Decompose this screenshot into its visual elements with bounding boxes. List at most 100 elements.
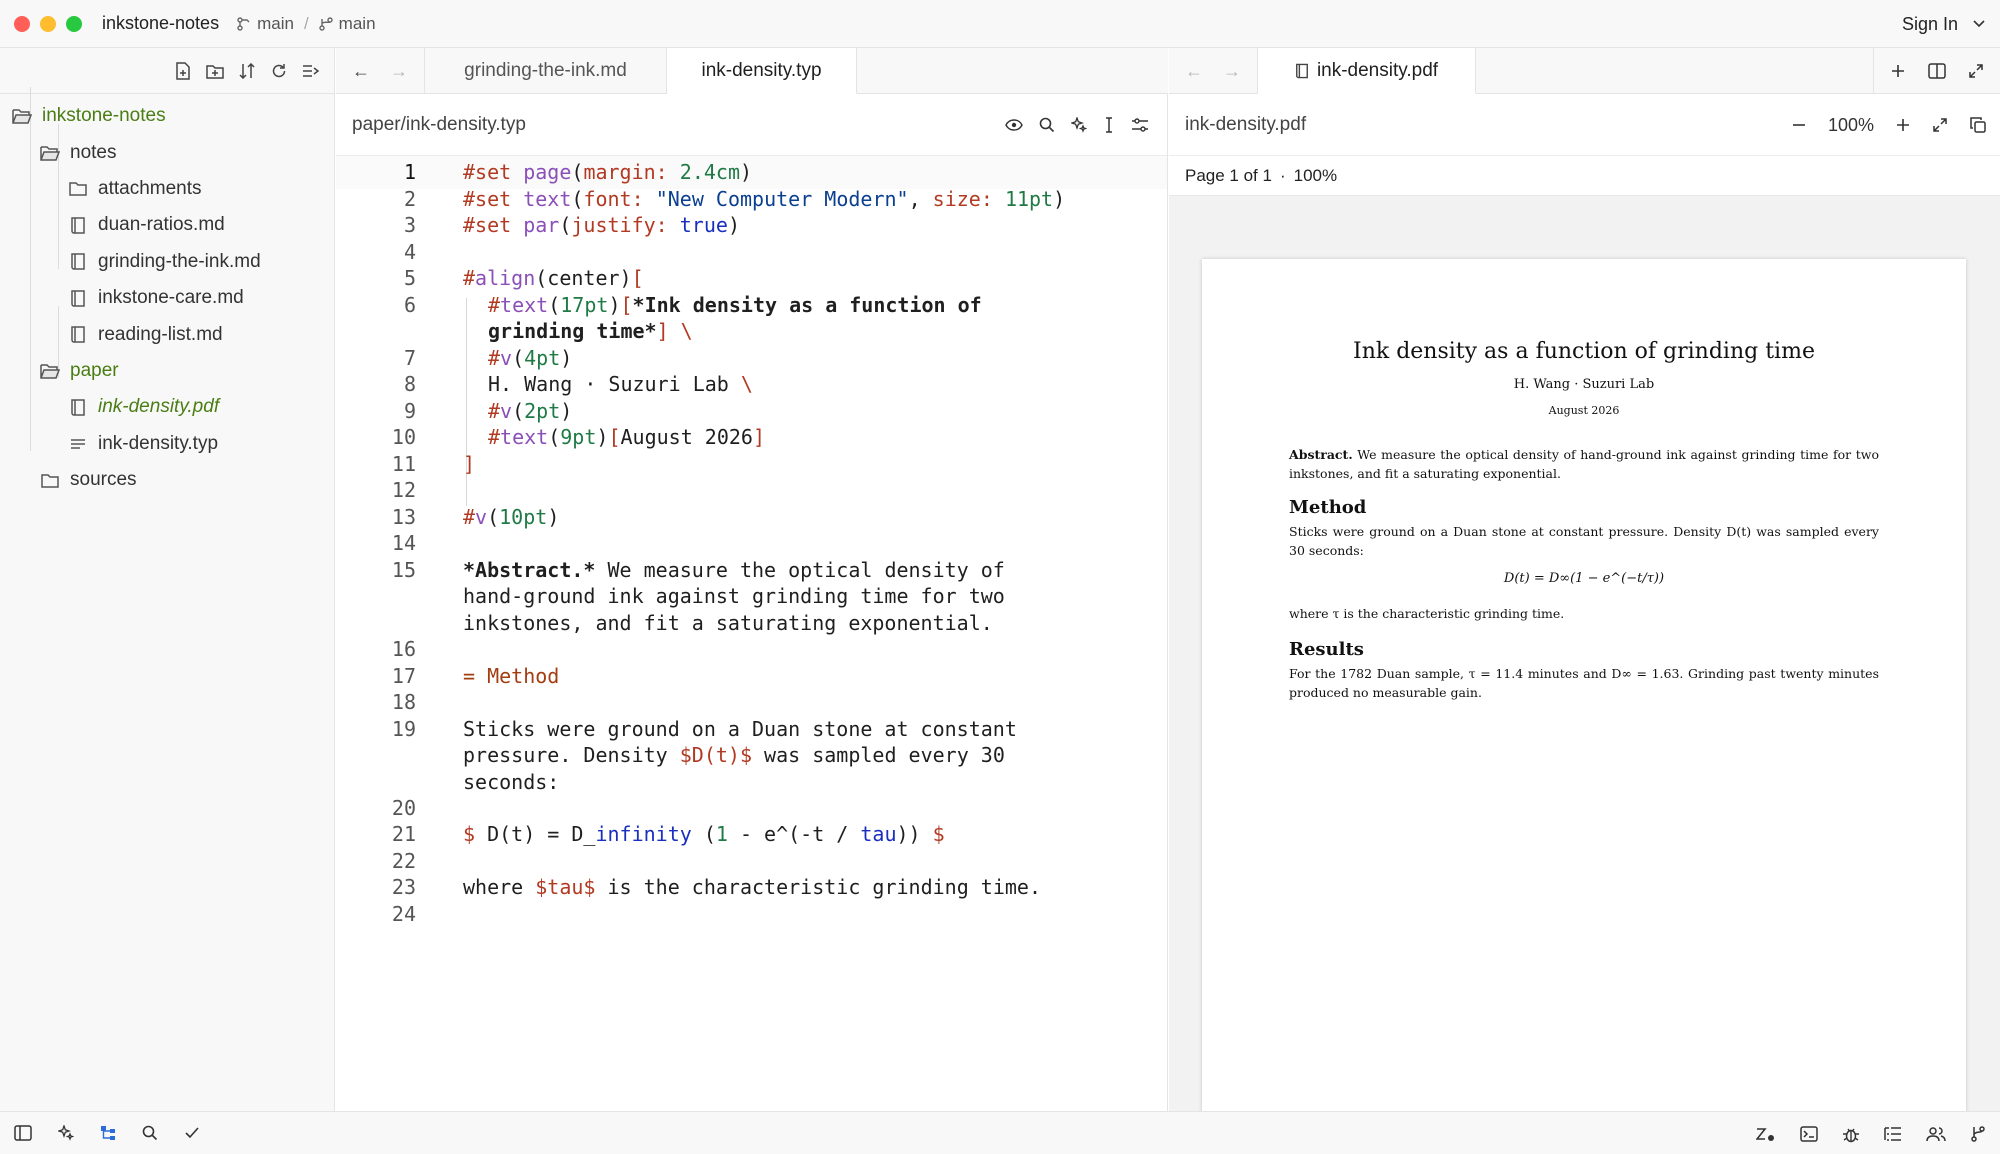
collapse-all-icon[interactable] [302,62,320,80]
file-tree-icon[interactable] [100,1125,116,1141]
book-icon [68,326,88,344]
code-line-23: where $tau$ is the characteristic grindi… [463,875,1041,899]
code-line-2: #set text(font: "New Computer Modern", s… [463,187,1066,211]
zoom-level[interactable]: 100% [1828,115,1874,136]
tab-ink-density-pdf[interactable]: ink-density.pdf [1258,48,1476,94]
code-line-11: ] [463,452,476,476]
split-pane-icon[interactable] [1928,63,1946,79]
folder-open-icon [12,107,32,125]
zoom-out-icon[interactable] [1792,118,1806,132]
toggle-sidebar-icon[interactable] [14,1125,32,1141]
outline-icon[interactable] [1884,1126,1902,1142]
page-count: Page 1 of 1 [1185,165,1272,185]
tree-file-duan-ratios[interactable]: duan-ratios.md [0,207,334,243]
abstract-label: Abstract. [1289,447,1353,462]
code-line-15-wrap2: inkstones, and fit a saturating exponent… [463,611,993,635]
tree-folder-sources[interactable]: sources [0,462,334,498]
line-number: 23 [391,875,416,899]
code-line-3: #set par(justify: true) [463,213,740,237]
page-info-separator: · [1279,165,1286,185]
method-heading: Method [1289,497,1367,518]
sort-icon[interactable] [238,62,256,80]
new-folder-icon[interactable] [206,62,224,80]
branch-selector[interactable]: main / main [237,13,376,34]
chevron-down-icon[interactable] [1972,19,1986,29]
code-line-13: #v(10pt) [463,505,560,529]
sparkle-icon[interactable] [58,1125,74,1141]
new-file-icon[interactable] [174,61,192,80]
code-line-9: #v(2pt) [488,399,573,423]
tree-file-inkstone-care[interactable]: inkstone-care.md [0,280,334,316]
sliders-icon[interactable] [1131,118,1149,132]
line-number: 14 [391,531,416,555]
tree-file-ink-density-typ[interactable]: ink-density.typ [0,426,334,462]
book-icon [68,253,88,271]
close-window-button[interactable] [14,15,30,32]
search-icon[interactable] [1039,117,1055,133]
terminal-icon[interactable] [1800,1125,1818,1142]
line-number: 12 [391,478,416,502]
zoom-in-icon[interactable] [1896,118,1910,132]
code-line-19-wrap1: pressure. Density $D(t)$ was sampled eve… [463,743,1005,767]
file-path: paper/ink-density.typ [352,113,526,135]
book-icon [1295,63,1309,79]
back-arrow-icon[interactable]: ← [352,61,370,82]
search-icon[interactable] [142,1125,158,1141]
bug-icon[interactable] [1842,1125,1860,1143]
tab-ink-density-typ[interactable]: ink-density.typ [667,48,857,94]
sparkle-icon[interactable] [1071,117,1087,133]
line-number: 10 [391,425,416,449]
plus-icon[interactable] [1890,63,1906,79]
pdf-viewport[interactable]: Ink density as a function of grinding ti… [1169,196,2000,1111]
code-line-10: #text(9pt)[August 2026] [488,425,765,449]
book-icon [68,216,88,234]
code-line-15-wrap1: hand-ground ink against grinding time fo… [463,584,1005,608]
copy-icon[interactable] [1970,117,1986,133]
git-branch-icon[interactable] [1970,1125,1986,1142]
text-cursor-icon[interactable] [1103,117,1115,133]
line-number: 5 [403,266,416,290]
line-number: 22 [391,849,416,873]
tree-folder-inkstone-notes[interactable]: inkstone-notes [0,98,334,134]
fit-page-icon[interactable] [1932,117,1948,133]
code-line-19: Sticks were ground on a Duan stone at co… [463,717,1017,741]
editor-tab-bar: ← → grinding-the-ink.md ink-density.typ [336,48,1168,94]
code-line-8: H. Wang · Suzuri Lab \ [488,372,753,396]
project-name[interactable]: inkstone-notes [102,13,219,34]
back-arrow-icon[interactable]: ← [1185,61,1203,82]
window-controls [14,15,82,32]
check-icon[interactable] [184,1126,200,1140]
line-number: 8 [403,372,416,396]
zoom-window-button[interactable] [66,15,82,32]
tab-grinding-the-ink[interactable]: grinding-the-ink.md [425,48,667,94]
eye-icon[interactable] [1005,119,1023,131]
tree-file-reading-list[interactable]: reading-list.md [0,316,334,352]
branch-separator: / [303,13,309,33]
paper-equation: D(t) = D∞(1 − e^(−t/τ)) [1503,571,1665,586]
title-bar: inkstone-notes main / main Sign In [0,0,2000,48]
page-zoom: 100% [1293,165,1338,185]
tree-folder-attachments[interactable]: attachments [0,171,334,207]
tree-folder-paper[interactable]: paper [0,353,334,389]
forward-arrow-icon[interactable]: → [390,61,408,82]
tree-file-ink-density-pdf[interactable]: ink-density.pdf [0,389,334,425]
sign-in-button[interactable]: Sign In [1902,14,1958,35]
sleep-z-icon[interactable] [1756,1126,1776,1142]
code-line-15: *Abstract.* We measure the optical densi… [463,558,1005,582]
line-number: 17 [391,664,416,688]
line-number: 11 [391,452,416,476]
git-branch-name: main [338,13,376,33]
tree-file-grinding-the-ink[interactable]: grinding-the-ink.md [0,244,334,280]
maximize-icon[interactable] [1968,63,1984,79]
tree-folder-notes[interactable]: notes [0,134,334,170]
forward-arrow-icon[interactable]: → [1223,61,1241,82]
minimize-window-button[interactable] [40,15,56,32]
users-icon[interactable] [1926,1126,1946,1142]
line-number: 13 [391,505,416,529]
folder-icon [40,471,60,489]
line-number: 18 [391,690,416,714]
method-text: Sticks were ground on a Duan stone at co… [1289,524,1879,558]
refresh-icon[interactable] [270,62,288,80]
code-editor[interactable]: paper/ink-density.typ 1 2 3 4 5 6 7 8 9 … [336,94,1168,1111]
line-number: 21 [391,822,416,846]
